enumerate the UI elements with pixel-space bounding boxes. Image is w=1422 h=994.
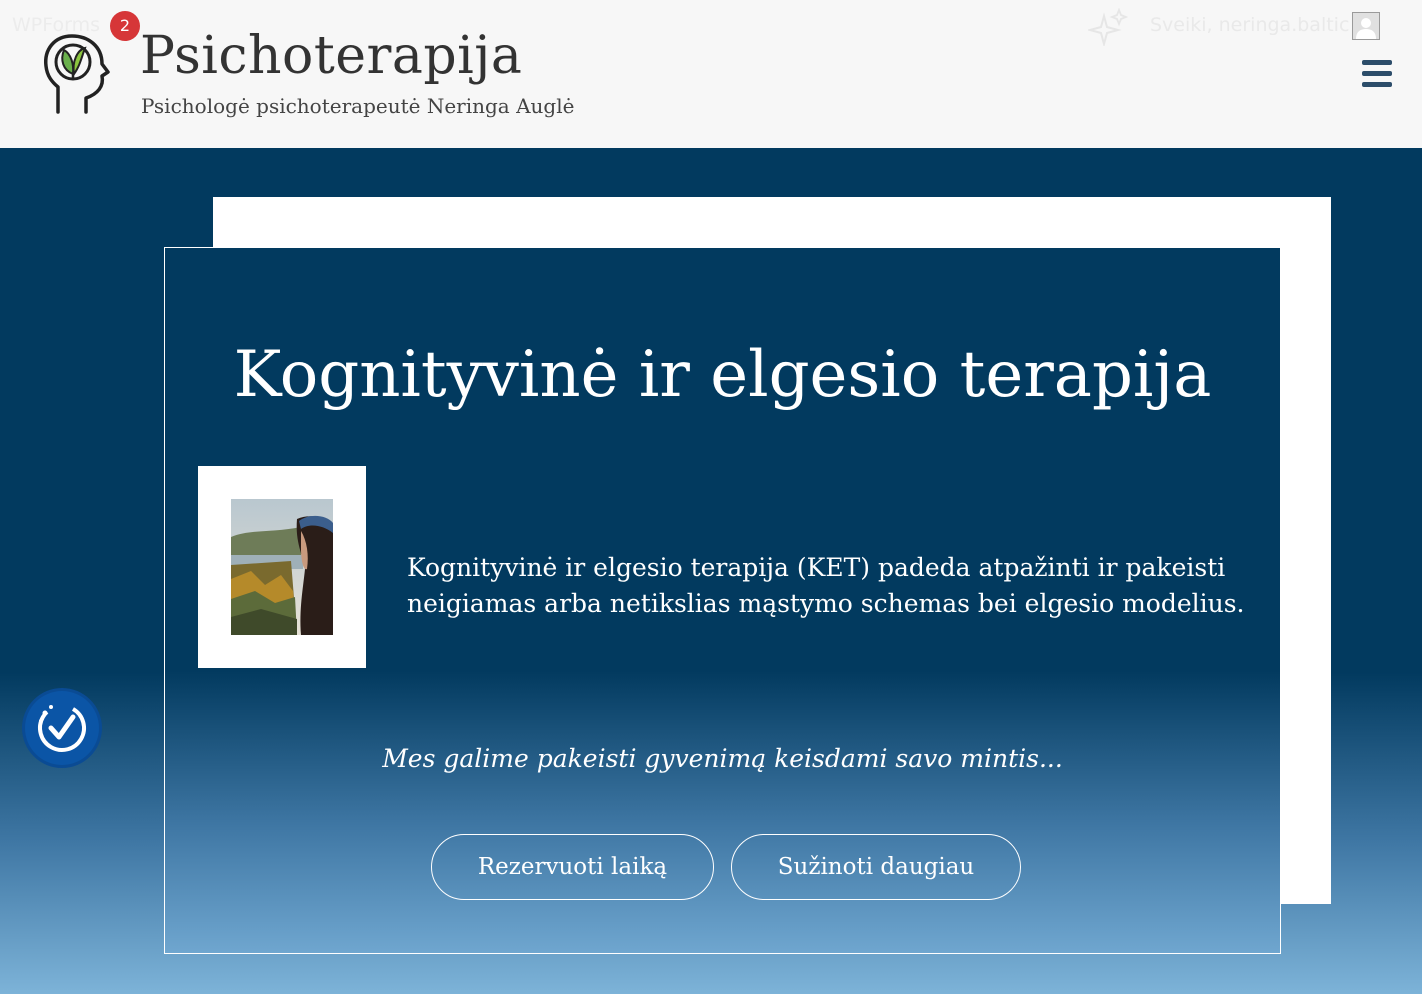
hero-title: Kognityvinė ir elgesio terapija xyxy=(233,338,1212,412)
hamburger-menu-icon[interactable] xyxy=(1360,58,1394,90)
accessibility-check-icon xyxy=(38,704,86,752)
site-header: WPForms 2 Psichoterapija Psichologė psic… xyxy=(0,0,1422,148)
head-with-leaf-icon[interactable] xyxy=(40,32,112,116)
hero-quote: Mes galime pakeisti gyvenimą keisdami sa… xyxy=(382,744,1063,773)
site-tagline: Psichologė psichoterapeutė Neringa Auglė xyxy=(141,94,575,118)
user-avatar[interactable] xyxy=(1352,12,1380,40)
hero-section: Kognityvinė ir elgesio terapija Kognityv… xyxy=(0,148,1422,994)
notification-badge[interactable]: 2 xyxy=(110,11,140,41)
reserve-time-button[interactable]: Rezervuoti laiką xyxy=(431,834,714,900)
sparkle-icon[interactable] xyxy=(1088,8,1128,46)
therapist-photo xyxy=(231,499,333,635)
photo-frame xyxy=(198,466,366,668)
avatar-silhouette-icon xyxy=(1356,18,1376,39)
accessibility-button[interactable] xyxy=(25,691,99,765)
hero-description: Kognityvinė ir elgesio terapija (KET) pa… xyxy=(407,553,1245,618)
user-greeting[interactable]: Sveiki, neringa.baltic xyxy=(1150,14,1349,36)
learn-more-button[interactable]: Sužinoti daugiau xyxy=(731,834,1021,900)
hero-card: Kognityvinė ir elgesio terapija Kognityv… xyxy=(164,247,1281,954)
site-title[interactable]: Psichoterapija xyxy=(140,26,522,86)
